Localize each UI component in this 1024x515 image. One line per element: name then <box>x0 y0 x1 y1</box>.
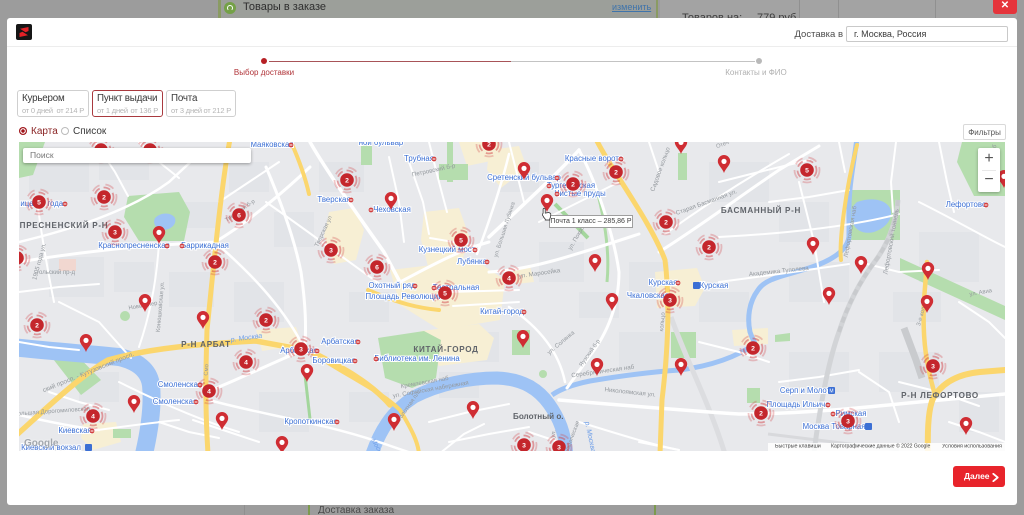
svg-text:2: 2 <box>345 178 349 185</box>
svg-text:2: 2 <box>571 182 575 189</box>
svg-text:5: 5 <box>459 238 463 245</box>
svg-text:3: 3 <box>668 298 672 305</box>
svg-text:2: 2 <box>35 323 39 330</box>
svg-text:Маяковская: Маяковская <box>250 142 293 149</box>
svg-text:5: 5 <box>443 291 447 298</box>
svg-text:Киевская: Киевская <box>58 426 91 435</box>
svg-text:ной бульвар: ной бульвар <box>359 142 404 147</box>
svg-text:Тверская: Тверская <box>317 195 350 204</box>
svg-text:3: 3 <box>522 443 526 450</box>
svg-text:6: 6 <box>375 265 379 272</box>
svg-text:3: 3 <box>557 445 561 451</box>
svg-text:5: 5 <box>805 168 809 175</box>
svg-text:2: 2 <box>664 220 668 227</box>
svg-text:6: 6 <box>237 213 241 220</box>
svg-text:3: 3 <box>931 364 935 371</box>
svg-text:Лефортово: Лефортово <box>946 200 987 209</box>
svg-text:Трубная: Трубная <box>404 154 434 163</box>
svg-text:2: 2 <box>614 170 618 177</box>
svg-text:4: 4 <box>207 389 211 396</box>
svg-text:Баррикадная: Баррикадная <box>181 241 229 250</box>
svg-text:ПРЕСНЕНСКИЙ Р-Н: ПРЕСНЕНСКИЙ Р-Н <box>20 221 109 230</box>
svg-text:2: 2 <box>213 260 217 267</box>
svg-text:Красные ворота: Красные ворота <box>565 154 624 163</box>
svg-text:Охотный ряд: Охотный ряд <box>369 281 416 290</box>
svg-text:Библиотека им. Ленина: Библиотека им. Ленина <box>374 354 460 363</box>
svg-text:2: 2 <box>759 411 763 418</box>
svg-text:3: 3 <box>846 419 850 426</box>
svg-text:Курская: Курская <box>700 281 729 290</box>
svg-text:Курская: Курская <box>649 278 678 287</box>
svg-text:Болотный о.: Болотный о. <box>513 412 564 421</box>
svg-text:Смоленская: Смоленская <box>158 380 202 389</box>
svg-text:Боровицкая: Боровицкая <box>312 356 355 365</box>
svg-text:Смо: Смо <box>204 364 211 376</box>
svg-text:Арбатская: Арбатская <box>321 337 359 346</box>
svg-text:КИТАЙ-ГОРОД: КИТАЙ-ГОРОД <box>413 345 478 354</box>
svg-text:4: 4 <box>91 414 95 421</box>
svg-text:3: 3 <box>113 230 117 237</box>
svg-text:2: 2 <box>264 318 268 325</box>
svg-text:3: 3 <box>329 248 333 255</box>
svg-text:Лубянка: Лубянка <box>457 257 488 266</box>
svg-text:5: 5 <box>37 200 41 207</box>
svg-text:гольский пр-д: гольский пр-д <box>37 269 75 276</box>
svg-text:2: 2 <box>102 195 106 202</box>
svg-text:Смоленская: Смоленская <box>153 397 197 406</box>
svg-text:Р-Н ЛЕФОРТОВО: Р-Н ЛЕФОРТОВО <box>901 391 979 400</box>
svg-text:БАСМАННЫЙ Р-Н: БАСМАННЫЙ Р-Н <box>721 206 801 215</box>
svg-text:2: 2 <box>487 142 491 149</box>
svg-text:Площадь Революции: Площадь Революции <box>365 292 442 301</box>
svg-text:4: 4 <box>507 276 511 283</box>
svg-text:Серп и Молот: Серп и Молот <box>780 386 831 395</box>
svg-text:3: 3 <box>299 347 303 354</box>
svg-text:Р-Н АРБАТ: Р-Н АРБАТ <box>181 340 231 349</box>
svg-text:4: 4 <box>244 360 248 367</box>
svg-text:2: 2 <box>751 346 755 353</box>
svg-text:Чкаловская: Чкаловская <box>627 291 669 300</box>
svg-text:2: 2 <box>707 245 711 252</box>
svg-text:Кузнецкий мост: Кузнецкий мост <box>419 245 476 254</box>
svg-text:Площадь Ильича: Площадь Ильича <box>766 400 830 409</box>
svg-text:Китай-город: Китай-город <box>480 307 524 316</box>
svg-text:M: M <box>829 389 833 395</box>
svg-text:Кропоткинская: Кропоткинская <box>284 417 337 426</box>
